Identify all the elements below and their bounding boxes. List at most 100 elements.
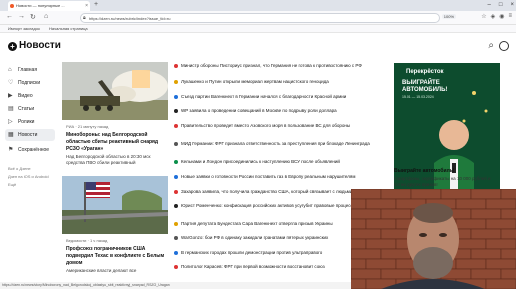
sidebar-item-label: Новости <box>18 132 38 138</box>
sidebar-item-subscriptions[interactable]: ♡ Подписки <box>5 77 55 89</box>
zoom-level[interactable]: 100% <box>441 14 456 19</box>
url-text: https://dzen.ru/news/rubric/index?issue_… <box>89 16 171 21</box>
news-item-text: WP заявила о проведении совещаний в Моск… <box>181 108 337 113</box>
card-title[interactable]: Минобороны: над Белгородской областью сб… <box>66 132 166 153</box>
news-item[interactable]: Кельнами и Лондон присоединились к насту… <box>174 159 386 170</box>
reload-icon[interactable]: ↻ <box>30 13 36 21</box>
news-card-image <box>62 62 168 120</box>
sidebar-item-articles[interactable]: ▤ Статьи <box>5 103 55 115</box>
search-icon[interactable]: ⌕ <box>488 40 494 51</box>
video-icon: ▶ <box>8 93 13 99</box>
home-browser-icon[interactable]: ⌂ <box>44 13 48 20</box>
toolbar-icons: ☆ ◈ ◉ ≡ <box>481 13 512 20</box>
card-source: Ведомости <box>66 238 87 243</box>
news-card[interactable]: Ведомости · 1 ч назад Профсоюз пограничн… <box>62 176 168 282</box>
browser-status-bar: https://dzen.ru/news/story/Minoborony_na… <box>0 282 351 289</box>
shorts-icon: ▷ <box>8 119 13 125</box>
card-text: Над Белгородской областью в 20:30 мск ср… <box>66 154 151 165</box>
close-window-icon[interactable]: × <box>510 0 514 11</box>
shield-icon[interactable]: ◈ <box>491 13 496 20</box>
site-title[interactable]: Новости <box>19 40 61 51</box>
forward-icon[interactable]: → <box>18 13 25 20</box>
news-item[interactable]: Лукашенко и Путин открыли мемориал жертв… <box>174 79 386 90</box>
source-icon <box>174 222 178 226</box>
footer-link-apps[interactable]: Дзен на iOS и Android <box>8 174 49 179</box>
news-item-text: Съезд партии Вагенкнехт в Германии начал… <box>181 94 347 99</box>
tab-favicon-icon <box>10 4 14 8</box>
source-icon <box>174 64 178 68</box>
footer-link-about[interactable]: Всё о Дзене <box>8 166 31 171</box>
source-icon <box>174 160 178 164</box>
ad-description: Смартфоны, сертификаты на 10 000 рублей … <box>394 176 491 187</box>
news-item[interactable]: Съезд партии Вагенкнехт в Германии начал… <box>174 94 386 105</box>
address-bar[interactable]: 🔒︎ https://dzen.ru/news/rubric/index?iss… <box>80 13 440 23</box>
card-title[interactable]: Профсоюз пограничников США подвердил Тех… <box>66 246 166 267</box>
news-item-text: Министр обороны Писториус признал, что Г… <box>181 63 362 68</box>
site-header: + Новости ⌕ <box>0 33 516 59</box>
news-item[interactable]: МИД Германии: ФРГ признала ответственнос… <box>174 141 386 152</box>
source-icon <box>174 124 178 128</box>
webcam-image <box>351 189 516 289</box>
sidebar-item-saved[interactable]: ⚑ Сохранённое <box>5 144 55 156</box>
footer-link-more[interactable]: Ещё <box>8 182 16 187</box>
news-item-text: Захарова заявила, что получила гражданст… <box>181 189 370 194</box>
ad-title: ВЫИГРАЙТЕ АВТОМОБИЛЬ! <box>402 80 448 93</box>
minimize-icon[interactable]: – <box>488 0 491 11</box>
articles-icon: ▤ <box>8 106 14 112</box>
card-text: Американские власти делают все <box>66 268 137 273</box>
home-icon: ⌂ <box>8 67 12 73</box>
sidebar-item-shorts[interactable]: ▷ Ролики <box>5 116 55 128</box>
card-time: 1 ч назад <box>89 238 108 243</box>
source-icon <box>174 109 178 113</box>
news-logo-icon[interactable]: + <box>8 42 17 51</box>
status-url: https://dzen.ru/news/story/Minoborony_na… <box>2 283 170 287</box>
user-avatar-icon[interactable] <box>499 41 509 51</box>
news-item-text: МИД Германии: ФРГ признала ответственнос… <box>181 141 370 146</box>
menu-icon[interactable]: ≡ <box>508 13 512 20</box>
news-card[interactable]: РИА · 21 минуту назад Минобороны: над Бе… <box>62 62 168 172</box>
profile-icon[interactable]: ◉ <box>499 13 504 20</box>
news-item[interactable]: Правительство проведет вместо Азовского … <box>174 123 386 134</box>
card-source-line: Ведомости · 1 ч назад <box>66 238 108 243</box>
news-item-text: WarGonzo: бои РФ в одинаку закидали гран… <box>181 235 329 240</box>
star-icon[interactable]: ☆ <box>481 13 486 20</box>
source-icon <box>174 175 178 179</box>
news-item[interactable]: Министр обороны Писториус признал, что Г… <box>174 63 386 74</box>
source-icon <box>174 142 178 146</box>
sidebar-item-video[interactable]: ▶ Видео <box>5 90 55 102</box>
ad-date: 15.01 — 15.03.2024 <box>402 95 434 99</box>
tab-close-icon[interactable]: × <box>85 1 88 11</box>
subscriptions-icon: ♡ <box>8 80 14 86</box>
sidebar-item-label: Сохранённое <box>18 147 50 153</box>
sidebar-item-home[interactable]: ⌂ Главная <box>5 64 55 76</box>
news-item-text: Политолог Карасев: ФРГ при первой возмож… <box>181 264 325 269</box>
news-item-text: Правительство проведет вместо Азовского … <box>181 123 351 128</box>
browser-tab[interactable]: Новости — популярные ... × <box>8 1 90 11</box>
new-tab-icon[interactable]: + <box>94 1 98 8</box>
window-controls: – □ × <box>488 0 514 11</box>
bookmark-icon: ⚑ <box>8 147 14 153</box>
sidebar: ⌂ Главная ♡ Подписки ▶ Видео ▤ Статьи ▷ … <box>0 62 56 282</box>
source-icon <box>174 251 178 255</box>
news-item-text: Партия депутата Бундестага Сара Вагенкне… <box>181 221 333 226</box>
bookmark-import[interactable]: Импорт закладок <box>8 26 40 31</box>
card-source-line: РИА · 21 минуту назад <box>66 124 109 129</box>
news-item-text: Лукашенко и Путин открыли мемориал жертв… <box>181 79 329 84</box>
source-icon <box>174 265 178 269</box>
sidebar-item-label: Ролики <box>18 119 35 125</box>
source-icon <box>174 95 178 99</box>
news-item-text: Кельнами и Лондон присоединились к насту… <box>181 159 340 164</box>
card-source: РИА <box>66 124 75 129</box>
sidebar-item-label: Видео <box>18 93 33 99</box>
webcam-overlay <box>351 189 516 289</box>
back-icon[interactable]: ← <box>6 13 13 20</box>
sidebar-item-news[interactable]: ▦ Новости <box>5 129 55 141</box>
news-item-text: Новые заявки о готовности России постави… <box>181 174 356 179</box>
bookmark-start-page[interactable]: Начальная страница <box>49 26 88 31</box>
maximize-icon[interactable]: □ <box>499 0 503 11</box>
news-item[interactable]: WP заявила о проведении совещаний в Моск… <box>174 108 386 119</box>
bookmarks-bar: Импорт закладок Начальная страница <box>0 25 516 33</box>
news-card-image <box>62 176 168 234</box>
ad-brand: Перекрёсток <box>406 69 444 75</box>
news-item[interactable]: Новые заявки о готовности России постави… <box>174 174 386 185</box>
